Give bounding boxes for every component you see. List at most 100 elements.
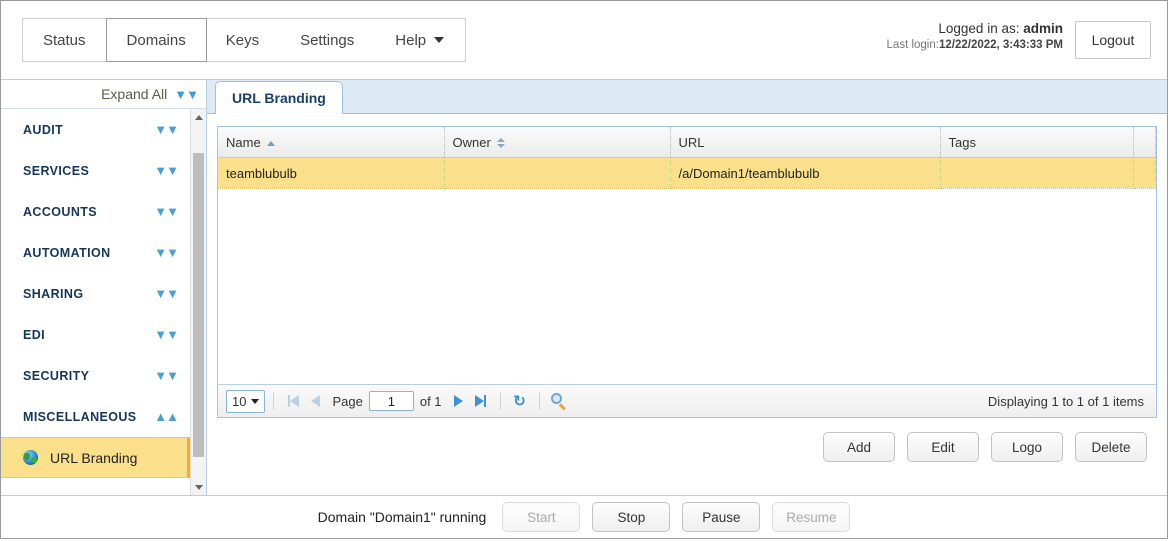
pagination-toolbar: 10 Page of 1 (218, 384, 1156, 417)
sidebar-group-label: AUDIT (23, 123, 63, 137)
sidebar-item-url-branding[interactable]: URL Branding (1, 437, 190, 478)
sidebar-group-sharing[interactable]: SHARING ▼▼ (1, 273, 190, 314)
nav-tab-domains[interactable]: Domains (106, 18, 207, 62)
displaying-count: Displaying 1 to 1 of 1 items (988, 394, 1148, 409)
column-header-owner[interactable]: Owner (444, 127, 670, 158)
chevron-double-down-icon: ▼▼ (154, 204, 178, 219)
logout-button[interactable]: Logout (1075, 21, 1151, 59)
tab-url-branding-label: URL Branding (232, 90, 326, 106)
nav-tab-help-label: Help (395, 32, 426, 49)
expand-all-button[interactable]: Expand All ▼▼ (1, 80, 206, 109)
chevron-double-down-icon: ▼▼ (174, 88, 198, 101)
sidebar-group-edi[interactable]: EDI ▼▼ (1, 314, 190, 355)
last-login-value: 12/22/2022, 3:43:33 PM (939, 39, 1063, 51)
search-button[interactable] (548, 390, 570, 412)
column-header-name[interactable]: Name (218, 127, 444, 158)
page-number-input[interactable] (369, 391, 414, 411)
url-branding-table: Name Owner URL Tags (218, 127, 1156, 189)
table-header-row: Name Owner URL Tags (218, 127, 1156, 158)
column-header-url-label: URL (679, 135, 705, 150)
sidebar-group-label: MISCELLANEOUS (23, 410, 137, 424)
sidebar-group-accounts[interactable]: ACCOUNTS ▼▼ (1, 191, 190, 232)
table-row[interactable]: teamblubulb /a/Domain1/teamblubulb (218, 158, 1156, 189)
logged-in-username: admin (1023, 21, 1063, 36)
sidebar-group-label: SHARING (23, 287, 83, 301)
cell-url: /a/Domain1/teamblubulb (670, 158, 940, 189)
content-tabstrip: URL Branding (207, 80, 1167, 114)
nav-tab-keys[interactable]: Keys (206, 19, 280, 61)
sidebar-group-services[interactable]: SERVICES ▼▼ (1, 150, 190, 191)
nav-tab-help[interactable]: Help (375, 19, 465, 61)
chevron-double-down-icon: ▼▼ (154, 368, 178, 383)
nav-tab-settings-label: Settings (300, 32, 354, 49)
top-bar: Status Domains Keys Settings Help Logged… (1, 1, 1167, 80)
nav-tab-domains-label: Domains (127, 32, 186, 49)
sidebar-group-label: SECURITY (23, 369, 89, 383)
stop-button[interactable]: Stop (592, 502, 670, 532)
status-bar: Domain "Domain1" running Start Stop Paus… (1, 495, 1167, 538)
expand-all-label: Expand All (101, 86, 167, 102)
column-header-tags[interactable]: Tags (940, 127, 1134, 158)
add-button[interactable]: Add (823, 432, 895, 462)
divider (273, 392, 274, 410)
first-page-button[interactable] (282, 390, 304, 412)
sidebar-group-audit[interactable]: AUDIT ▼▼ (1, 109, 190, 150)
edit-button[interactable]: Edit (907, 432, 979, 462)
sidebar-scrollbar[interactable] (190, 109, 206, 495)
sidebar-group-label: EDI (23, 328, 45, 342)
chevron-double-down-icon: ▼▼ (154, 122, 178, 137)
cell-name: teamblubulb (218, 158, 444, 189)
refresh-button[interactable]: ↻ (509, 390, 531, 412)
last-page-button[interactable] (470, 390, 492, 412)
sidebar-group-label: SERVICES (23, 164, 89, 178)
logged-in-line: Logged in as: admin (887, 20, 1063, 38)
sort-ascending-icon (267, 141, 275, 146)
logged-in-prefix: Logged in as: (938, 21, 1019, 36)
sidebar-group-label: ACCOUNTS (23, 205, 97, 219)
last-login-prefix: Last login: (887, 39, 939, 51)
url-branding-panel: Name Owner URL Tags (207, 114, 1167, 495)
start-button[interactable]: Start (502, 502, 580, 532)
page-of-label: of 1 (420, 394, 442, 409)
resume-button[interactable]: Resume (772, 502, 850, 532)
column-header-owner-label: Owner (453, 135, 491, 150)
logo-button[interactable]: Logo (991, 432, 1063, 462)
divider (539, 392, 540, 410)
url-branding-grid: Name Owner URL Tags (217, 126, 1157, 418)
column-header-gutter (1134, 127, 1156, 158)
scrollbar-thumb[interactable] (193, 153, 204, 457)
page-size-select[interactable]: 10 (226, 390, 265, 413)
scroll-up-icon[interactable] (191, 109, 206, 125)
sidebar-item-label: URL Branding (50, 450, 137, 466)
chevron-down-icon (434, 37, 444, 43)
next-page-button[interactable] (448, 390, 470, 412)
column-header-name-label: Name (226, 135, 261, 150)
next-page-icon (454, 395, 463, 407)
chevron-double-down-icon: ▼▼ (154, 245, 178, 260)
chevron-double-down-icon: ▼▼ (154, 327, 178, 342)
refresh-icon: ↻ (513, 394, 526, 409)
chevron-double-down-icon: ▼▼ (154, 286, 178, 301)
chevron-down-icon (251, 399, 259, 404)
sidebar-group-security[interactable]: SECURITY ▼▼ (1, 355, 190, 396)
body-area: Expand All ▼▼ AUDIT ▼▼ SERVICES ▼▼ ACCOU… (1, 80, 1167, 495)
pause-button[interactable]: Pause (682, 502, 760, 532)
column-header-url[interactable]: URL (670, 127, 940, 158)
chevron-double-down-icon: ▼▼ (154, 163, 178, 178)
nav-tab-settings[interactable]: Settings (280, 19, 375, 61)
delete-button[interactable]: Delete (1075, 432, 1147, 462)
globe-icon (23, 450, 38, 465)
nav-tab-status[interactable]: Status (23, 19, 107, 61)
domain-status-text: Domain "Domain1" running (318, 509, 487, 525)
application-window: Status Domains Keys Settings Help Logged… (0, 0, 1168, 539)
scroll-down-icon[interactable] (191, 479, 206, 495)
nav-tab-status-label: Status (43, 32, 86, 49)
prev-page-button[interactable] (304, 390, 326, 412)
sidebar-group-automation[interactable]: AUTOMATION ▼▼ (1, 232, 190, 273)
sidebar-group-miscellaneous[interactable]: MISCELLANEOUS ▲▲ (1, 396, 190, 437)
sidebar-group-label: AUTOMATION (23, 246, 111, 260)
login-info: Logged in as: admin Last login:12/22/202… (887, 20, 1063, 54)
sort-both-icon (497, 138, 505, 148)
tab-url-branding[interactable]: URL Branding (215, 81, 343, 114)
chevron-double-up-icon: ▲▲ (154, 409, 178, 424)
